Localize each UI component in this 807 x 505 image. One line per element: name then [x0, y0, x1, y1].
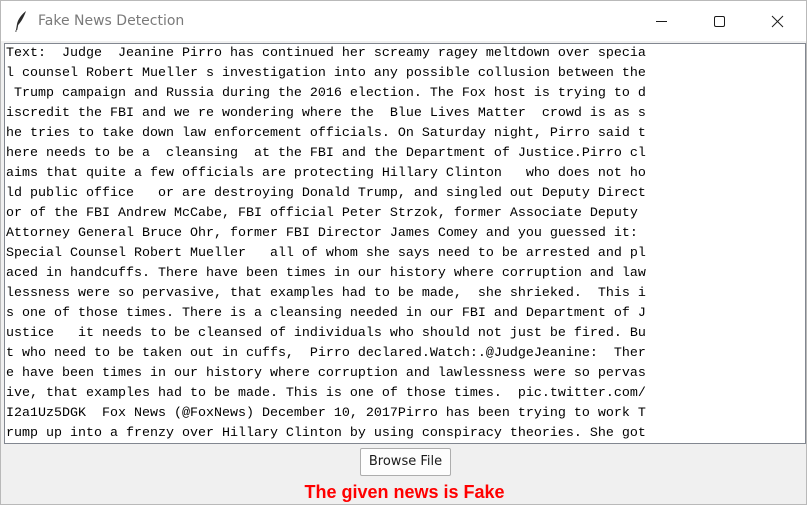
text-line: t who need to be taken out in cuffs, Pir… [6, 346, 646, 361]
title-bar[interactable]: Fake News Detection [1, 1, 806, 41]
text-line: l counsel Robert Mueller s investigation… [6, 66, 646, 81]
close-icon [771, 15, 784, 28]
text-line: ustice it needs to be cleansed of indivi… [6, 326, 646, 341]
text-line: or of the FBI Andrew McCabe, FBI officia… [6, 206, 646, 221]
close-button[interactable] [748, 1, 806, 41]
text-line: Trump campaign and Russia during the 201… [6, 86, 646, 101]
text-line: iscredit the FBI and we re wondering whe… [6, 106, 646, 121]
news-text: Text: Judge Jeanine Pirro has continued … [6, 44, 805, 443]
text-line: e have been times in our history where c… [6, 366, 646, 381]
app-window: Fake News Detection Text: Judge Jeanine … [0, 0, 807, 505]
text-line: aims that quite a few officials are prot… [6, 166, 646, 181]
minimize-button[interactable] [632, 1, 690, 41]
text-line: lessness were so pervasive, that example… [6, 286, 646, 301]
maximize-icon [714, 16, 725, 27]
text-line: ive, that examples had to be made. This … [6, 386, 646, 401]
feather-icon [13, 10, 29, 32]
text-line: rump up into a frenzy over Hillary Clint… [6, 426, 646, 441]
news-text-area[interactable]: Text: Judge Jeanine Pirro has continued … [4, 43, 806, 444]
prediction-result: The given news is Fake [304, 482, 505, 502]
text-line: s one of those times. There is a cleansi… [6, 306, 646, 321]
text-line: here needs to be a cleansing at the FBI … [6, 146, 646, 161]
text-line: ld public office or are destroying Donal… [6, 186, 646, 201]
text-line: aced in handcuffs. There have been times… [6, 266, 646, 281]
text-line: Attorney General Bruce Ohr, former FBI D… [6, 226, 646, 241]
text-line: he tries to take down law enforcement of… [6, 126, 646, 141]
text-line: Text: Judge Jeanine Pirro has continued … [6, 46, 646, 61]
window-title: Fake News Detection [38, 13, 185, 29]
text-line: I2a1Uz5DGK Fox News (@FoxNews) December … [6, 406, 646, 421]
minimize-icon [656, 21, 667, 22]
maximize-button[interactable] [690, 1, 748, 41]
browse-file-button[interactable]: Browse File [360, 448, 451, 476]
text-line: Special Counsel Robert Mueller all of wh… [6, 246, 646, 261]
